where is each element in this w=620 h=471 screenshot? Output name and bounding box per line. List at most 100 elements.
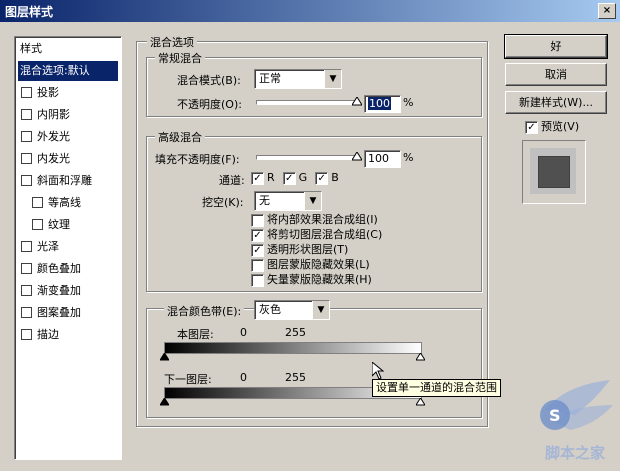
knockout-value: 无	[259, 194, 270, 207]
chevron-down-icon: ▼	[312, 301, 329, 319]
blend-mode-select[interactable]: 正常 ▼	[254, 69, 342, 89]
style-item[interactable]: 图案叠加	[18, 303, 118, 323]
fill-opacity-input[interactable]: 100	[364, 150, 401, 168]
this-layer-white-slider[interactable]	[416, 353, 425, 361]
window-title: 图层样式	[5, 5, 54, 19]
fill-opacity-label: 填充不透明度(F):	[155, 153, 240, 166]
style-item-label: 描边	[37, 328, 59, 341]
advanced-option-label: 将内部效果混合成组(I)	[267, 213, 378, 226]
style-checkbox[interactable]	[21, 174, 32, 186]
style-item[interactable]: 外发光	[18, 127, 118, 147]
style-item-label: 光泽	[37, 240, 59, 253]
blend-if-select[interactable]: 灰色 ▼	[254, 300, 330, 320]
style-item[interactable]: 等高线	[18, 193, 118, 213]
knockout-label: 挖空(K):	[202, 196, 244, 209]
opacity-slider[interactable]	[256, 100, 358, 105]
channel-label: G	[298, 171, 308, 184]
ok-button[interactable]: 好	[504, 34, 608, 59]
check-icon: ✓	[282, 171, 296, 185]
style-checkbox[interactable]	[21, 130, 32, 142]
this-layer-min: 0	[240, 326, 247, 339]
style-item[interactable]: 斜面和浮雕	[18, 171, 118, 191]
style-checkbox[interactable]	[21, 240, 32, 252]
opacity-input[interactable]: 100	[364, 95, 401, 113]
style-item-label: 内发光	[37, 152, 70, 165]
underlying-layer-label: 下一图层:	[164, 373, 212, 386]
style-item-label: 等高线	[48, 196, 81, 209]
check-icon	[251, 273, 264, 287]
this-layer-max: 255	[285, 326, 306, 339]
channel-checkbox[interactable]: ✓ B	[315, 171, 339, 185]
style-item[interactable]: 内发光	[18, 149, 118, 169]
underlying-layer-white-slider[interactable]	[416, 398, 425, 406]
preview-checkbox[interactable]: ✓ 预览(V)	[525, 118, 579, 134]
opacity-unit: %	[403, 96, 414, 109]
channels-row: ✓ R ✓ G ✓ B	[251, 171, 347, 185]
check-icon: ✓	[251, 171, 264, 185]
style-item-label: 内阴影	[37, 108, 70, 121]
style-checkbox[interactable]	[21, 328, 32, 340]
knockout-select[interactable]: 无 ▼	[254, 191, 322, 211]
this-layer-label: 本图层:	[177, 328, 214, 341]
style-item[interactable]: 渐变叠加	[18, 281, 118, 301]
style-checkbox[interactable]	[21, 262, 32, 274]
advanced-blending-title: 高级混合	[155, 129, 205, 145]
style-item-label: 渐变叠加	[37, 284, 81, 297]
styles-header[interactable]: 样式	[18, 39, 118, 59]
style-item[interactable]: 描边	[18, 325, 118, 345]
watermark-site: S	[549, 406, 561, 425]
blend-if-label: 混合颜色带(E):	[164, 303, 245, 319]
new-style-button[interactable]: 新建样式(W)...	[505, 91, 607, 114]
style-item[interactable]: 混合选项:默认	[18, 61, 118, 81]
channel-checkbox[interactable]: ✓ R	[251, 171, 275, 185]
close-button[interactable]: ×	[598, 3, 616, 19]
check-icon	[251, 213, 264, 227]
style-checkbox[interactable]	[21, 108, 32, 120]
advanced-option[interactable]: 图层蒙版隐藏效果(L)	[251, 257, 382, 272]
advanced-option[interactable]: ✓ 透明形状图层(T)	[251, 242, 382, 257]
fill-opacity-unit: %	[403, 151, 414, 164]
underlying-layer-black-slider[interactable]	[160, 398, 169, 406]
fill-opacity-slider-thumb[interactable]	[352, 152, 362, 161]
blend-if-group	[146, 308, 482, 418]
opacity-slider-thumb[interactable]	[352, 97, 362, 106]
blend-if-value: 灰色	[259, 303, 281, 316]
mouse-cursor-icon	[372, 362, 384, 380]
style-item-label: 图案叠加	[37, 306, 81, 319]
title-bar: 图层样式 ×	[0, 0, 620, 22]
advanced-option-label: 将剪切图层混合成组(C)	[267, 228, 383, 241]
style-checkbox[interactable]	[21, 284, 32, 296]
style-checkbox[interactable]	[21, 152, 32, 164]
styles-list: 样式 混合选项:默认投影内阴影外发光内发光斜面和浮雕等高线纹理光泽颜色叠加渐变叠…	[14, 36, 122, 460]
channel-checkbox[interactable]: ✓ G	[282, 171, 308, 185]
style-checkbox[interactable]	[32, 196, 43, 208]
channel-label: R	[267, 171, 275, 184]
tooltip: 设置单一通道的混合范围	[372, 379, 501, 397]
style-item[interactable]: 投影	[18, 83, 118, 103]
opacity-label: 不透明度(O):	[177, 98, 242, 111]
style-item[interactable]: 纹理	[18, 215, 118, 235]
preview-label: 预览(V)	[541, 120, 580, 133]
advanced-option[interactable]: 将内部效果混合成组(I)	[251, 212, 382, 227]
watermark-text: 脚本之家	[545, 444, 605, 462]
fill-opacity-slider[interactable]	[256, 155, 358, 160]
channels-label: 通道:	[219, 174, 245, 187]
style-item[interactable]: 内阴影	[18, 105, 118, 125]
watermark-logo: S 脚本之家	[540, 380, 613, 462]
style-item[interactable]: 颜色叠加	[18, 259, 118, 279]
advanced-option[interactable]: ✓ 将剪切图层混合成组(C)	[251, 227, 382, 242]
preview-swatch	[522, 140, 586, 204]
style-checkbox[interactable]	[21, 86, 32, 98]
advanced-option-label: 透明形状图层(T)	[267, 243, 349, 256]
style-checkbox[interactable]	[32, 218, 43, 230]
style-item[interactable]: 光泽	[18, 237, 118, 257]
this-layer-black-slider[interactable]	[160, 353, 169, 361]
underlying-layer-max: 255	[285, 371, 306, 384]
cancel-button[interactable]: 取消	[505, 63, 607, 86]
style-item-label: 外发光	[37, 130, 70, 143]
general-blending-title: 常规混合	[155, 50, 205, 66]
chevron-down-icon: ▼	[304, 192, 321, 210]
advanced-option[interactable]: 矢量蒙版隐藏效果(H)	[251, 272, 382, 287]
style-item-label: 投影	[37, 86, 59, 99]
style-checkbox[interactable]	[21, 306, 32, 318]
